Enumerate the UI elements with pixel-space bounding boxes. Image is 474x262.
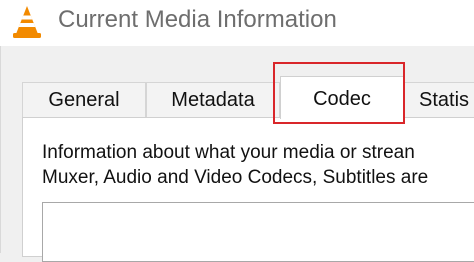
title-bar: Current Media Information xyxy=(0,0,474,46)
codec-info-text: Information about what your media or str… xyxy=(42,140,474,190)
window-title: Current Media Information xyxy=(58,6,337,33)
media-information-window: General Metadata Codec Statis Informatio… xyxy=(0,46,474,262)
codec-info-line-2: Muxer, Audio and Video Codecs, Subtitles… xyxy=(42,167,429,188)
window-border xyxy=(0,46,1,253)
tab-metadata[interactable]: Metadata xyxy=(146,82,280,118)
codec-details-tree[interactable] xyxy=(42,202,474,262)
tab-bar: General Metadata Codec Statis xyxy=(22,76,474,119)
codec-tab-page: Information about what your media or str… xyxy=(22,117,474,262)
codec-info-line-1: Information about what your media or str… xyxy=(42,142,415,163)
vlc-cone-icon xyxy=(13,6,41,38)
tab-codec[interactable]: Codec xyxy=(280,76,404,119)
tab-general[interactable]: General xyxy=(22,82,146,118)
tab-statistics[interactable]: Statis xyxy=(404,82,474,118)
